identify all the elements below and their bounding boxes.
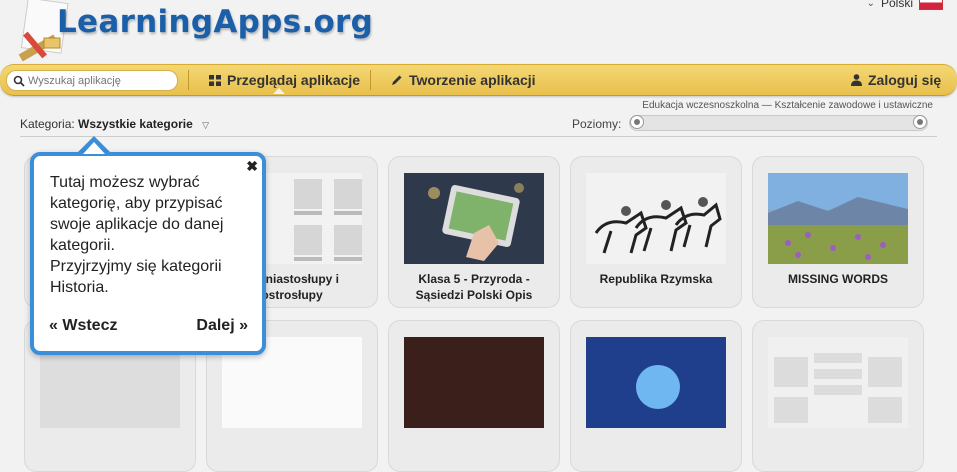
app-thumbnail (404, 173, 544, 264)
nav-create-label: Tworzenie aplikacji (409, 72, 536, 88)
grid-icon (209, 74, 221, 86)
app-card[interactable] (752, 320, 924, 472)
app-thumbnail (586, 337, 726, 428)
search-input[interactable] (28, 74, 168, 87)
app-thumbnail (768, 173, 908, 264)
level-range-text: Edukacja wczesnoszkolna — Kształcenie za… (642, 100, 933, 111)
filter-toolbar: Kategoria: Wszystkie kategorie ▽ Edukacj… (20, 100, 937, 136)
app-thumbnail (586, 173, 726, 264)
divider (20, 136, 937, 137)
flag-icon (919, 0, 943, 10)
category-tooltip: ✖ Tutaj możesz wybrać kategorię, aby prz… (30, 152, 266, 355)
nav-login-label: Zaloguj się (868, 72, 942, 88)
nav-login[interactable]: Zaloguj się (851, 72, 941, 88)
user-icon (851, 74, 862, 86)
search-box[interactable] (6, 70, 178, 91)
category-selector[interactable]: Kategoria: Wszystkie kategorie ▽ (20, 117, 209, 131)
levels-label: Poziomy: (572, 117, 622, 131)
navbar: Przeglądaj aplikacje Tworzenie aplikacji… (0, 64, 957, 96)
app-title: MISSING WORDS (787, 272, 888, 286)
app-thumbnail (404, 337, 544, 428)
slider-handle-min[interactable] (630, 115, 644, 129)
chevron-down-icon: ▽ (202, 120, 210, 130)
nav-browse[interactable]: Przeglądaj aplikacje (209, 72, 360, 88)
next-button[interactable]: Dalej » (196, 317, 248, 335)
header: LearningApps.org ⌄ Polski (0, 0, 957, 64)
nav-create[interactable]: Tworzenie aplikacji (391, 72, 536, 88)
tooltip-text: Tutaj możesz wybrać kategorię, aby przyp… (50, 174, 224, 296)
app-card[interactable]: MISSING WORDS (752, 156, 924, 308)
app-card[interactable]: Klasa 5 - Przyroda - Sąsiedzi Polski Opis (388, 156, 560, 308)
search-icon (13, 75, 25, 87)
app-card[interactable] (388, 320, 560, 472)
language-selector[interactable]: ⌄ Polski (867, 0, 943, 10)
nav-browse-label: Przeglądaj aplikacje (227, 72, 361, 88)
logo-text[interactable]: LearningApps.org (57, 4, 373, 40)
app-title: Klasa 5 - Przyroda - Sąsiedzi Polski Opis (415, 272, 533, 302)
back-button[interactable]: « Wstecz (49, 317, 117, 335)
pencil-icon (392, 75, 402, 85)
language-label: Polski (880, 0, 913, 10)
category-label: Kategoria: (20, 117, 75, 131)
app-card[interactable] (570, 320, 742, 472)
nav-separator (188, 70, 189, 90)
slider-handle-max[interactable] (913, 115, 927, 129)
app-thumbnail (768, 337, 908, 428)
category-value: Wszystkie kategorie (78, 117, 193, 131)
chevron-down-icon: ⌄ (866, 0, 875, 9)
app-title: Republika Rzymska (599, 272, 713, 286)
app-card[interactable]: Republika Rzymska (570, 156, 742, 308)
active-tab-indicator (273, 88, 285, 94)
level-slider[interactable] (629, 115, 928, 131)
nav-separator (370, 70, 371, 90)
tooltip-pointer-inner (83, 142, 105, 154)
